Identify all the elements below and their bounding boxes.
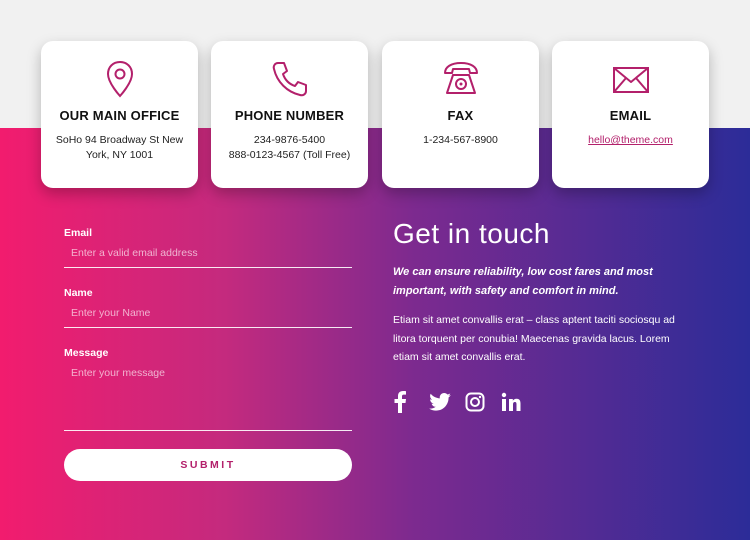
- email-title: EMAIL: [609, 108, 652, 123]
- instagram-icon[interactable]: [465, 390, 501, 414]
- twitter-icon[interactable]: [429, 390, 465, 414]
- phone-icon: [211, 59, 368, 99]
- fax-title: FAX: [447, 108, 474, 123]
- message-label: Message: [64, 347, 109, 359]
- office-title: OUR MAIN OFFICE: [59, 108, 180, 123]
- email-card: EMAIL hello@theme.com: [552, 41, 709, 188]
- phone-card: PHONE NUMBER 234-9876-5400 888-0123-4567…: [211, 41, 368, 188]
- phone-line-1: 234-9876-5400: [253, 134, 326, 146]
- message-field[interactable]: Enter your message: [64, 361, 352, 431]
- email-field[interactable]: Enter a valid email address: [64, 241, 352, 268]
- email-placeholder: Enter a valid email address: [71, 247, 198, 259]
- office-card: OUR MAIN OFFICE SoHo 94 Broadway St New …: [41, 41, 198, 188]
- fax-icon: [382, 59, 539, 99]
- contact-cards: OUR MAIN OFFICE SoHo 94 Broadway St New …: [41, 41, 709, 188]
- name-label: Name: [64, 287, 93, 299]
- body-text: Etiam sit amet convallis erat – class ap…: [393, 314, 675, 363]
- linkedin-icon[interactable]: [501, 390, 537, 414]
- message-placeholder: Enter your message: [71, 367, 165, 379]
- mail-icon: [552, 59, 709, 99]
- phone-line-2: 888-0123-4567 (Toll Free): [228, 149, 351, 161]
- lead-text: We can ensure reliability, low cost fare…: [393, 266, 653, 297]
- submit-button[interactable]: SUBMIT: [64, 449, 352, 481]
- fax-card: FAX 1-234-567-8900: [382, 41, 539, 188]
- name-placeholder: Enter your Name: [71, 307, 151, 319]
- email-link[interactable]: hello@theme.com: [588, 134, 673, 146]
- map-pin-icon: [41, 59, 198, 99]
- page-title: Get in touch: [393, 218, 550, 249]
- name-field[interactable]: Enter your Name: [64, 301, 352, 328]
- office-address-line-2: York, NY 1001: [85, 149, 154, 161]
- social-links: [393, 390, 537, 414]
- fax-line-1: 1-234-567-8900: [423, 134, 498, 146]
- phone-title: PHONE NUMBER: [234, 108, 345, 123]
- email-label: Email: [64, 227, 93, 239]
- office-address-line-1: SoHo 94 Broadway St New: [55, 134, 184, 146]
- facebook-icon[interactable]: [393, 390, 429, 414]
